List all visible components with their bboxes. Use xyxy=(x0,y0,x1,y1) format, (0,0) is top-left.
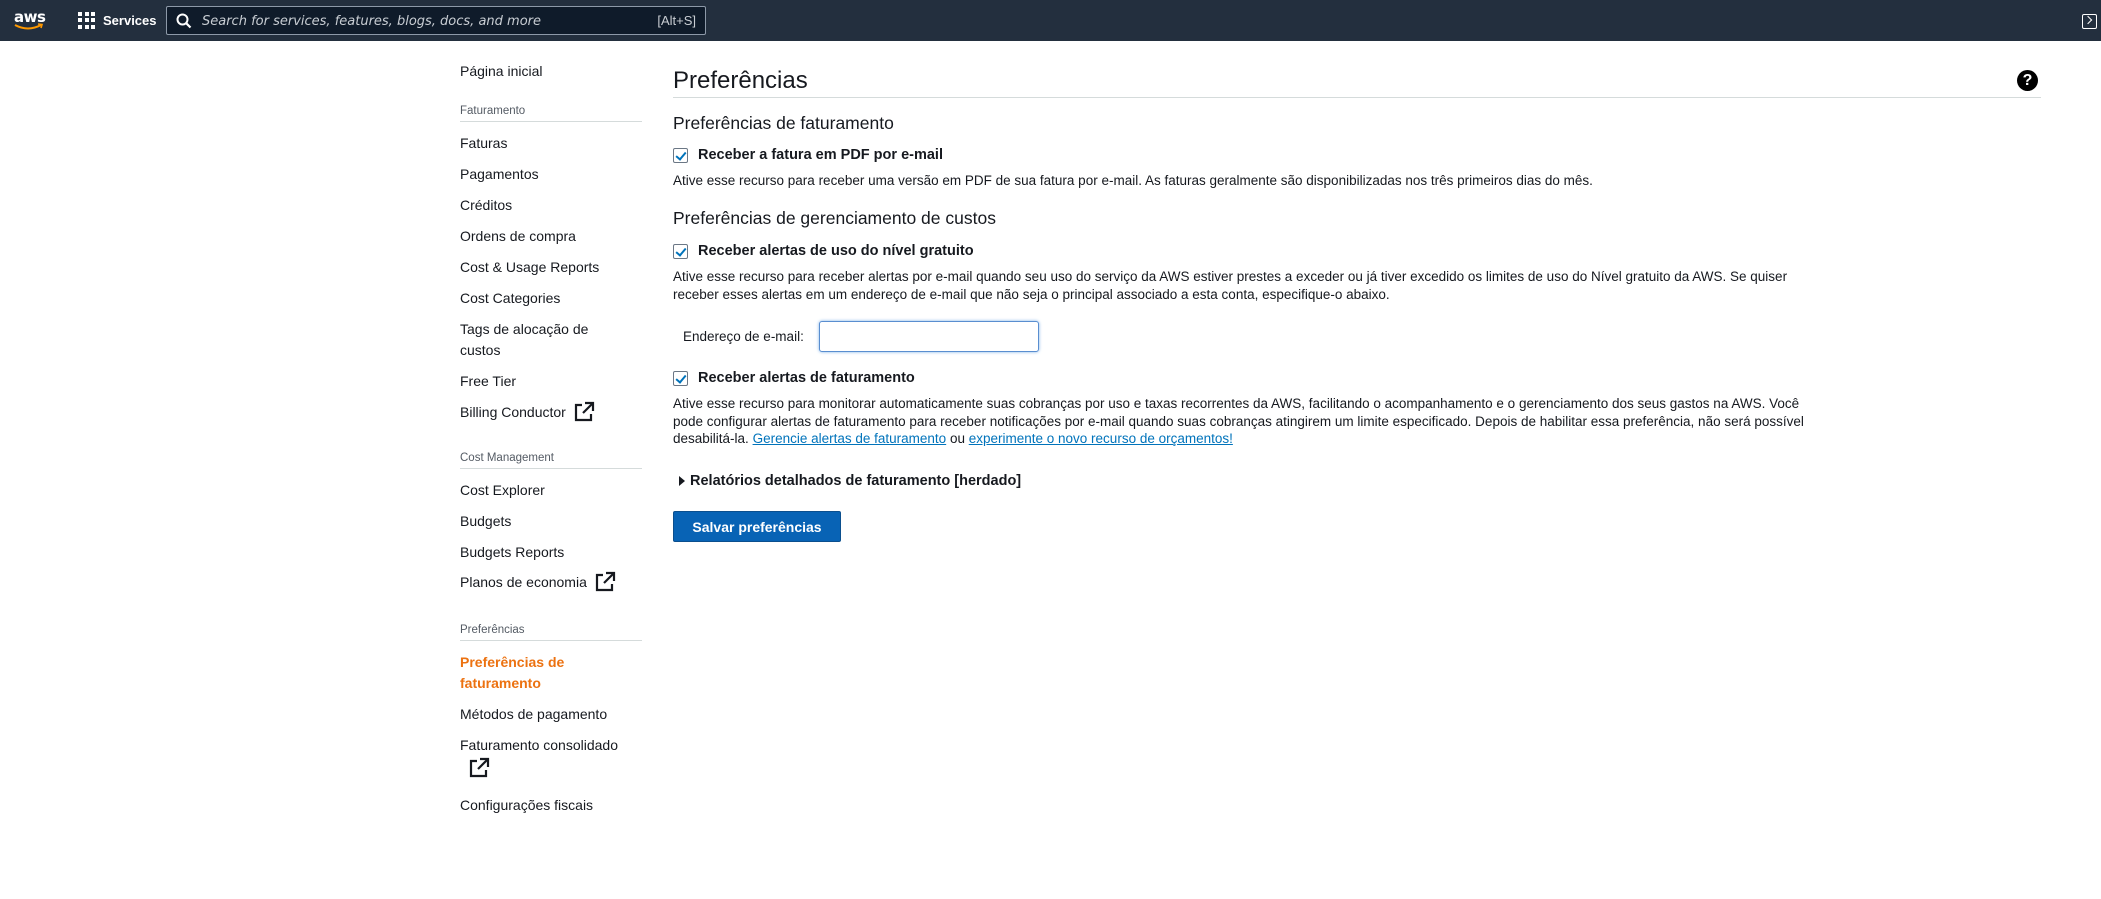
sidebar-section-preferences: Preferências xyxy=(460,624,642,641)
sidebar-item-credits[interactable]: Créditos xyxy=(460,195,642,216)
billing-alerts-label: Receber alertas de faturamento xyxy=(698,370,915,386)
sidebar-item-home[interactable]: Página inicial xyxy=(460,61,642,82)
sidebar-item-cost-usage-reports[interactable]: Cost & Usage Reports xyxy=(460,257,642,278)
cloudshell-icon[interactable] xyxy=(2082,14,2097,29)
sidebar-item-label: Planos de economia xyxy=(460,573,587,590)
pdf-invoice-label: Receber a fatura em PDF por e-mail xyxy=(698,147,943,163)
billing-alerts-checkbox[interactable] xyxy=(673,370,688,386)
or-text: ou xyxy=(949,431,965,446)
email-label: Endereço de e-mail: xyxy=(683,329,804,344)
caret-right-icon xyxy=(679,476,685,486)
sidebar-item-tax-settings[interactable]: Configurações fiscais xyxy=(460,795,642,816)
sidebar-item-savings-plans[interactable]: Planos de economia xyxy=(460,571,642,593)
sidebar-section-billing: Faturamento xyxy=(460,105,642,122)
billing-alerts-description: Ative esse recurso para monitorar automa… xyxy=(673,395,1813,448)
search-input[interactable] xyxy=(202,11,622,31)
aws-smile-icon xyxy=(14,23,44,30)
sidebar-item-consolidated-billing[interactable]: Faturamento consolidado xyxy=(460,735,642,785)
help-icon[interactable]: ? xyxy=(2017,70,2038,91)
sidebar-item-billing-preferences[interactable]: Preferências de faturamento xyxy=(460,652,610,694)
pdf-invoice-description: Ative esse recurso para receber uma vers… xyxy=(673,173,1593,188)
free-tier-alerts-label: Receber alertas de uso do nível gratuito xyxy=(698,243,974,259)
external-link-icon xyxy=(469,757,490,778)
services-menu-button[interactable]: Services xyxy=(78,8,157,32)
detailed-reports-label: Relatórios detalhados de faturamento [he… xyxy=(690,473,1022,489)
try-budgets-link[interactable]: experimente o novo recurso de orçamentos… xyxy=(969,431,1233,446)
services-label: Services xyxy=(103,12,157,28)
sidebar-item-cost-explorer[interactable]: Cost Explorer xyxy=(460,480,642,501)
page-title: Preferências xyxy=(673,67,808,94)
billing-alerts-checkbox-row[interactable]: Receber alertas de faturamento xyxy=(673,370,915,386)
search-icon xyxy=(176,13,192,29)
sidebar-item-free-tier[interactable]: Free Tier xyxy=(460,371,642,392)
external-link-icon xyxy=(574,401,594,422)
billing-preferences-heading: Preferências de faturamento xyxy=(673,113,894,133)
sidebar-item-billing-conductor[interactable]: Billing Conductor xyxy=(460,401,642,423)
sidebar-item-label: Billing Conductor xyxy=(460,403,566,420)
sidebar-item-budgets[interactable]: Budgets xyxy=(460,511,642,532)
sidebar-item-budgets-reports[interactable]: Budgets Reports xyxy=(460,542,642,563)
sidebar-item-payments[interactable]: Pagamentos xyxy=(460,164,642,185)
aws-logo[interactable]: aws xyxy=(14,6,48,34)
sidebar-item-label: Faturamento consolidado xyxy=(460,737,618,753)
search-shortcut-hint: [Alt+S] xyxy=(657,13,696,28)
email-field[interactable] xyxy=(819,321,1039,352)
free-tier-alerts-description: Ative esse recurso para receber alertas … xyxy=(673,269,1788,302)
search-box[interactable]: [Alt+S] xyxy=(166,6,706,35)
manage-billing-alerts-link[interactable]: Gerencie alertas de faturamento xyxy=(753,431,947,446)
detailed-reports-expander[interactable]: Relatórios detalhados de faturamento [he… xyxy=(679,473,1021,489)
sidebar-item-cost-categories[interactable]: Cost Categories xyxy=(460,288,642,309)
sidebar-item-invoices[interactable]: Faturas xyxy=(460,133,642,154)
sidebar-item-cost-allocation-tags[interactable]: Tags de alocação de custos xyxy=(460,319,610,361)
sidebar-item-payment-methods[interactable]: Métodos de pagamento xyxy=(460,704,642,725)
free-tier-alerts-checkbox[interactable] xyxy=(673,243,688,259)
free-tier-alerts-checkbox-row[interactable]: Receber alertas de uso do nível gratuito xyxy=(673,243,974,259)
save-preferences-button[interactable]: Salvar preferências xyxy=(673,511,841,542)
cost-management-heading: Preferências de gerenciamento de custos xyxy=(673,208,996,228)
top-navigation: aws Services [Alt+S] xyxy=(0,0,2101,41)
pdf-invoice-checkbox[interactable] xyxy=(673,147,688,163)
sidebar-section-cost-management: Cost Management xyxy=(460,452,642,469)
services-grid-icon xyxy=(78,11,95,29)
sidebar-item-purchase-orders[interactable]: Ordens de compra xyxy=(460,226,642,247)
pdf-invoice-checkbox-row[interactable]: Receber a fatura em PDF por e-mail xyxy=(673,147,943,163)
title-divider xyxy=(673,97,2041,98)
external-link-icon xyxy=(595,571,615,592)
